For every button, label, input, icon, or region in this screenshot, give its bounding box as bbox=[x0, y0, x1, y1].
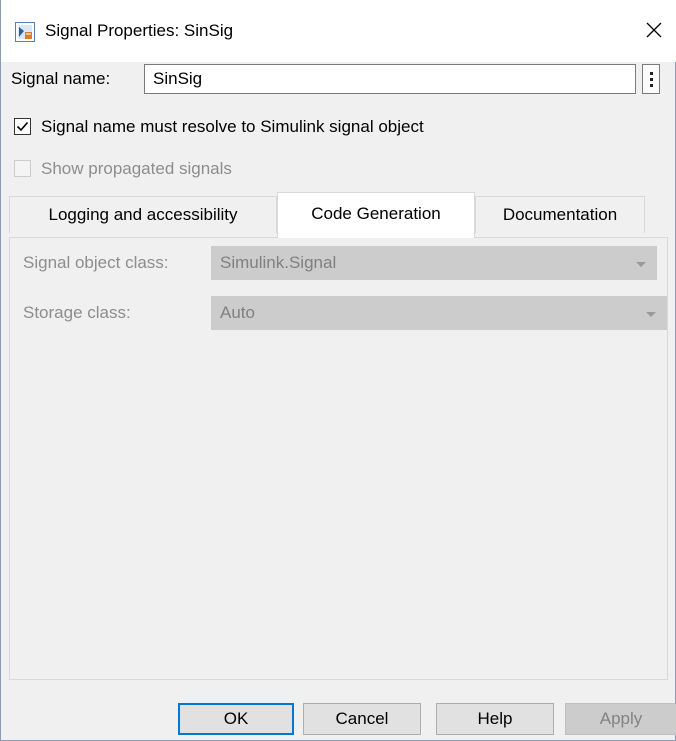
resolve-signal-label: Signal name must resolve to Simulink sig… bbox=[41, 117, 424, 136]
title-bar: Signal Properties: SinSig bbox=[1, 0, 676, 62]
resolve-signal-checkbox[interactable] bbox=[14, 118, 31, 135]
show-propagated-checkbox[interactable] bbox=[14, 160, 31, 177]
help-button[interactable]: Help bbox=[436, 703, 554, 735]
close-button[interactable] bbox=[631, 8, 676, 52]
signal-name-label: Signal name: bbox=[11, 69, 111, 88]
chevron-down-icon bbox=[636, 262, 646, 267]
checkmark-icon bbox=[16, 121, 29, 132]
simulink-signal-icon bbox=[15, 22, 35, 42]
storage-class-label: Storage class: bbox=[23, 303, 131, 322]
apply-button[interactable]: Apply bbox=[565, 703, 676, 735]
tab-code-generation[interactable]: Code Generation bbox=[277, 192, 475, 238]
cancel-button[interactable]: Cancel bbox=[303, 703, 421, 735]
signal-object-class-value: Simulink.Signal bbox=[220, 253, 337, 272]
kebab-menu-icon bbox=[649, 71, 653, 75]
signal-object-class-dropdown[interactable]: Simulink.Signal bbox=[211, 246, 657, 280]
ok-button[interactable]: OK bbox=[178, 703, 294, 735]
tab-bar: Logging and accessibility Code Generatio… bbox=[9, 192, 669, 238]
tab-logging[interactable]: Logging and accessibility bbox=[9, 196, 277, 233]
close-icon bbox=[646, 22, 662, 38]
signal-name-more-button[interactable] bbox=[642, 64, 660, 94]
storage-class-value: Auto bbox=[220, 303, 255, 322]
signal-name-input[interactable] bbox=[144, 64, 636, 94]
window-title: Signal Properties: SinSig bbox=[45, 21, 234, 40]
storage-class-dropdown[interactable]: Auto bbox=[211, 296, 667, 330]
tab-documentation[interactable]: Documentation bbox=[475, 196, 645, 233]
chevron-down-icon bbox=[646, 312, 656, 317]
signal-properties-dialog: Signal Properties: SinSig Signal name: S… bbox=[0, 0, 676, 741]
show-propagated-label: Show propagated signals bbox=[41, 159, 232, 178]
signal-object-class-label: Signal object class: bbox=[23, 253, 169, 272]
